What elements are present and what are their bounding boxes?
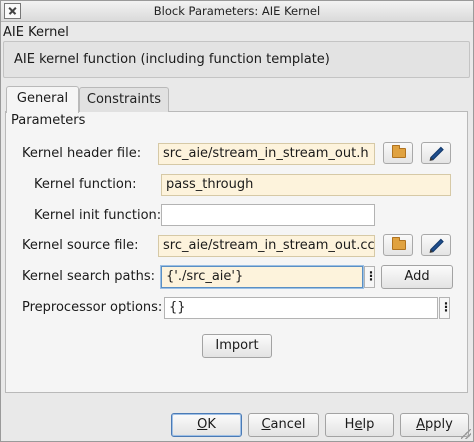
cancel-mnemonic: C <box>261 417 271 432</box>
help-label-first: H <box>344 417 355 432</box>
pencil-icon <box>430 238 444 253</box>
block-description: AIE kernel function (including function … <box>14 52 330 67</box>
window-title: Block Parameters: AIE Kernel <box>153 4 321 18</box>
ok-button[interactable]: OK <box>171 413 242 437</box>
apply-button[interactable]: Apply <box>400 413 469 437</box>
parameters-group-label: Parameters <box>11 113 86 128</box>
kernel-function-field[interactable]: pass_through <box>161 174 451 196</box>
kernel-init-function-label: Kernel init function: <box>34 208 162 223</box>
title-bar[interactable]: Block Parameters: AIE Kernel <box>1 1 473 22</box>
block-name: AIE Kernel <box>3 25 69 40</box>
browse-source-file-button[interactable] <box>383 234 413 256</box>
folder-icon <box>392 237 406 250</box>
block-parameters-dialog: Block Parameters: AIE Kernel AIE Kernel … <box>0 0 474 442</box>
edit-source-file-button[interactable] <box>421 234 451 256</box>
apply-label-rest: pply <box>425 417 453 432</box>
help-button[interactable]: Help <box>325 413 394 437</box>
ok-label-rest: K <box>207 417 216 432</box>
apply-mnemonic: A <box>416 417 426 432</box>
cancel-label-rest: ancel <box>270 417 306 432</box>
preprocessor-options-label: Preprocessor options: <box>22 300 163 315</box>
ellipsis-icon: ⋮ <box>365 269 377 283</box>
add-search-path-button[interactable]: Add <box>381 265 453 289</box>
kernel-search-paths-label: Kernel search paths: <box>22 269 155 284</box>
kernel-header-file-field[interactable]: src_aie/stream_in_stream_out.h <box>158 143 375 165</box>
browse-header-file-button[interactable] <box>383 142 413 164</box>
kernel-source-file-label: Kernel source file: <box>22 238 139 253</box>
ok-mnemonic: O <box>197 417 208 432</box>
pencil-icon <box>430 146 444 161</box>
preprocessor-options-ellipsis-button[interactable]: ⋮ <box>439 297 452 319</box>
ellipsis-icon: ⋮ <box>440 300 452 314</box>
edit-header-file-button[interactable] <box>421 142 451 164</box>
tab-general[interactable]: General <box>6 86 79 113</box>
tab-constraints[interactable]: Constraints <box>79 87 169 112</box>
preprocessor-options-field[interactable]: {} <box>164 297 438 319</box>
cancel-button[interactable]: Cancel <box>248 413 319 437</box>
search-paths-ellipsis-button[interactable]: ⋮ <box>364 266 377 288</box>
kernel-init-function-field[interactable] <box>161 204 375 226</box>
kernel-search-paths-field[interactable]: {'./src_aie'} <box>161 266 363 288</box>
kernel-header-file-label: Kernel header file: <box>22 146 142 161</box>
block-description-box: AIE kernel function (including function … <box>3 41 470 78</box>
help-label-rest: lp <box>362 417 375 432</box>
folder-icon <box>392 145 406 158</box>
resize-grip-icon[interactable] <box>461 429 471 439</box>
kernel-source-file-field[interactable]: src_aie/stream_in_stream_out.cc <box>158 235 375 257</box>
import-button[interactable]: Import <box>202 334 272 358</box>
kernel-function-label: Kernel function: <box>34 177 137 192</box>
